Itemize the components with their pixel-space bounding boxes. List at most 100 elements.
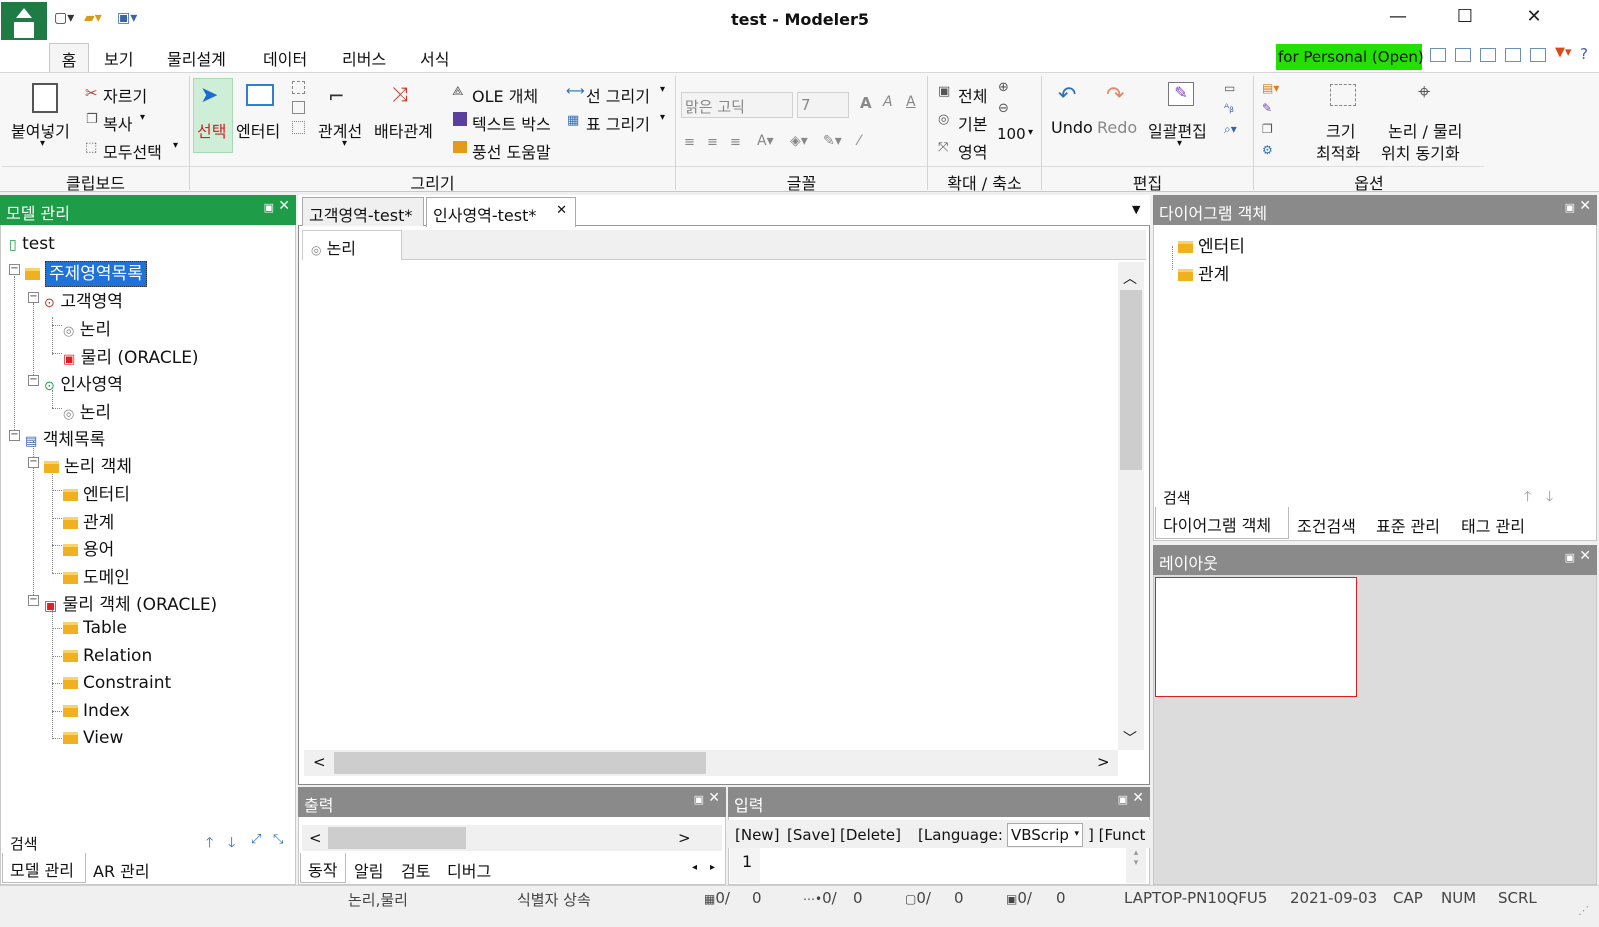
tree-item-customer-physical[interactable]: ▣ 물리 (ORACLE) <box>63 343 199 368</box>
tree-item-logical-objects[interactable]: 논리 객체 <box>44 452 132 477</box>
zoom-level-select[interactable]: 100 <box>997 125 1026 143</box>
pin-icon[interactable]: ▣ <box>1118 793 1128 806</box>
tab-format[interactable]: 서식 <box>420 46 449 70</box>
tree-item-relation[interactable]: 관계 <box>63 508 114 533</box>
collapse-all-icon[interactable]: ⤡ <box>273 832 283 847</box>
save-script-button[interactable]: [Save] <box>787 826 836 844</box>
zoom-in-icon[interactable]: ⊕ <box>998 80 1009 95</box>
editor-scrollbar[interactable]: ▴ ▾ <box>1126 848 1146 883</box>
chevron-down-icon[interactable]: ▾ <box>40 138 45 149</box>
arrow-up-icon[interactable]: 🡑 <box>206 832 213 856</box>
tab-scroll-left[interactable]: ◂ <box>692 862 697 873</box>
shape-icon[interactable] <box>292 121 305 134</box>
paste-icon[interactable] <box>32 83 58 113</box>
script-editor[interactable] <box>762 848 1126 883</box>
tab-ar-management[interactable]: AR 관리 <box>93 858 150 882</box>
new-script-button[interactable]: [New] <box>735 826 779 844</box>
layout-icon[interactable] <box>1455 48 1471 62</box>
scroll-right-arrow[interactable]: > <box>1097 753 1110 771</box>
eyedropper-icon[interactable]: ⁄ <box>858 133 860 149</box>
italic-icon[interactable]: A <box>883 94 893 110</box>
expand-all-icon[interactable]: ⤢ <box>251 832 261 847</box>
tree-item-object-list[interactable]: ▤ 객체목록 <box>25 425 105 450</box>
replace-icon[interactable]: ᴬᵦ <box>1224 101 1234 115</box>
tab-view[interactable]: 보기 <box>104 46 133 70</box>
close-icon[interactable]: ✕ <box>1579 198 1591 214</box>
entity-button[interactable]: 엔터티 <box>236 118 280 142</box>
open-folder-icon[interactable]: ▰▾ <box>84 10 102 26</box>
collapse-toggle[interactable]: − <box>28 292 39 303</box>
tree-item-table[interactable]: Table <box>63 618 127 638</box>
save-icon[interactable]: ▣▾ <box>117 10 137 26</box>
tab-alert[interactable]: 알림 <box>354 858 383 882</box>
cut-button[interactable]: 자르기 <box>103 83 147 107</box>
doc-tab-customer[interactable]: 고객영역-test* <box>302 197 424 226</box>
tree-item-hr-area[interactable]: ⊙ 인사영역 <box>44 370 123 395</box>
align-right-icon[interactable]: ≡ <box>730 135 741 150</box>
sync-label[interactable]: 논리 / 물리 <box>1388 118 1462 142</box>
delete-script-button[interactable]: [Delete] <box>840 826 901 844</box>
collapse-toggle[interactable]: − <box>28 595 39 606</box>
arrow-up-icon[interactable]: 🡑 <box>1524 486 1531 510</box>
font-color-icon[interactable]: A▾ <box>757 133 774 149</box>
pin-icon[interactable]: ▣ <box>1565 201 1575 214</box>
pin-icon[interactable]: ▣ <box>1565 551 1575 564</box>
tab-diagram-objects[interactable]: 다이어그램 객체 <box>1155 507 1289 539</box>
size-optimize-button[interactable]: 최적화 <box>1316 140 1360 164</box>
chevron-down-icon[interactable]: ▾ <box>173 140 178 151</box>
tree-item-constraint[interactable]: Constraint <box>63 673 171 693</box>
output-scroll-thumb[interactable] <box>328 827 466 849</box>
diagram-item-relation[interactable]: 관계 <box>1178 260 1229 285</box>
zoom-default-button[interactable]: 기본 <box>958 111 987 135</box>
scroll-left-arrow[interactable]: < <box>309 829 322 847</box>
tab-review[interactable]: 검토 <box>401 858 430 882</box>
tab-tag-management[interactable]: 태그 관리 <box>1461 513 1525 537</box>
shape-icon[interactable] <box>292 81 305 94</box>
close-icon[interactable]: ✕ <box>1132 790 1144 806</box>
chevron-down-icon[interactable]: ▾ <box>1028 127 1033 138</box>
close-icon[interactable]: ✕ <box>278 198 290 214</box>
collapse-toggle[interactable]: − <box>28 457 39 468</box>
select-all-button[interactable]: 모두선택 <box>103 139 162 163</box>
layout-icon[interactable] <box>1480 48 1496 62</box>
tab-data[interactable]: 데이터 <box>263 46 307 70</box>
help-button[interactable]: ? <box>1580 45 1588 63</box>
position-sync-button[interactable]: 위치 동기화 <box>1381 140 1460 164</box>
horizontal-scroll-thumb[interactable] <box>334 752 706 774</box>
align-left-icon[interactable]: ≡ <box>684 135 695 150</box>
tree-item-physical-objects[interactable]: ▣ 물리 객체 (ORACLE) <box>44 590 217 615</box>
select-button[interactable]: 선택 <box>197 118 226 142</box>
tab-physical-design[interactable]: 물리설계 <box>167 46 226 70</box>
tab-condition-search[interactable]: 조건검색 <box>1297 513 1356 537</box>
option-icon[interactable]: ❐ <box>1262 122 1273 136</box>
font-size-select[interactable]: 7 <box>797 92 849 118</box>
table-draw-button[interactable]: 표 그리기 <box>586 111 650 135</box>
scroll-up-arrow[interactable]: ︿ <box>1123 268 1137 288</box>
line-draw-button[interactable]: 선 그리기 <box>586 83 650 107</box>
chevron-down-icon[interactable]: ▾ <box>660 84 665 95</box>
pin-icon[interactable]: ▣ <box>694 793 704 806</box>
brush-icon[interactable]: ▼▾ <box>1555 45 1572 60</box>
new-file-icon[interactable]: ▢▾ <box>54 10 74 26</box>
collapse-toggle[interactable]: − <box>9 264 20 275</box>
exclusive-relation-button[interactable]: 배타관계 <box>374 118 433 142</box>
tree-item-term[interactable]: 용어 <box>63 535 114 560</box>
tab-scroll-right[interactable]: ▸ <box>710 862 715 873</box>
copy-button[interactable]: 복사 <box>103 111 132 135</box>
textbox-button[interactable]: 텍스트 박스 <box>472 111 551 135</box>
option-icon[interactable]: ▤▾ <box>1262 81 1279 95</box>
list-icon[interactable] <box>1530 48 1546 62</box>
tree-item-customer-area[interactable]: ⊙ 고객영역 <box>44 287 123 312</box>
close-button[interactable]: ✕ <box>1514 6 1554 34</box>
tree-item-hr-logical[interactable]: ◎ 논리 <box>63 398 111 423</box>
font-name-select[interactable]: 맑은 고딕 <box>681 92 793 118</box>
align-center-icon[interactable]: ≡ <box>707 135 718 150</box>
line-color-icon[interactable]: ✎▾ <box>823 133 842 149</box>
collapse-toggle[interactable]: − <box>28 375 39 386</box>
underline-icon[interactable]: A <box>906 94 916 110</box>
zoom-all-button[interactable]: 전체 <box>958 83 987 107</box>
tree-item-entity[interactable]: 엔터티 <box>63 480 130 505</box>
pin-icon[interactable]: ▣ <box>264 201 274 214</box>
tree-item-relation-physical[interactable]: Relation <box>63 646 152 666</box>
doc-tab-hr[interactable]: 인사영역-test* ✕ <box>426 197 576 227</box>
